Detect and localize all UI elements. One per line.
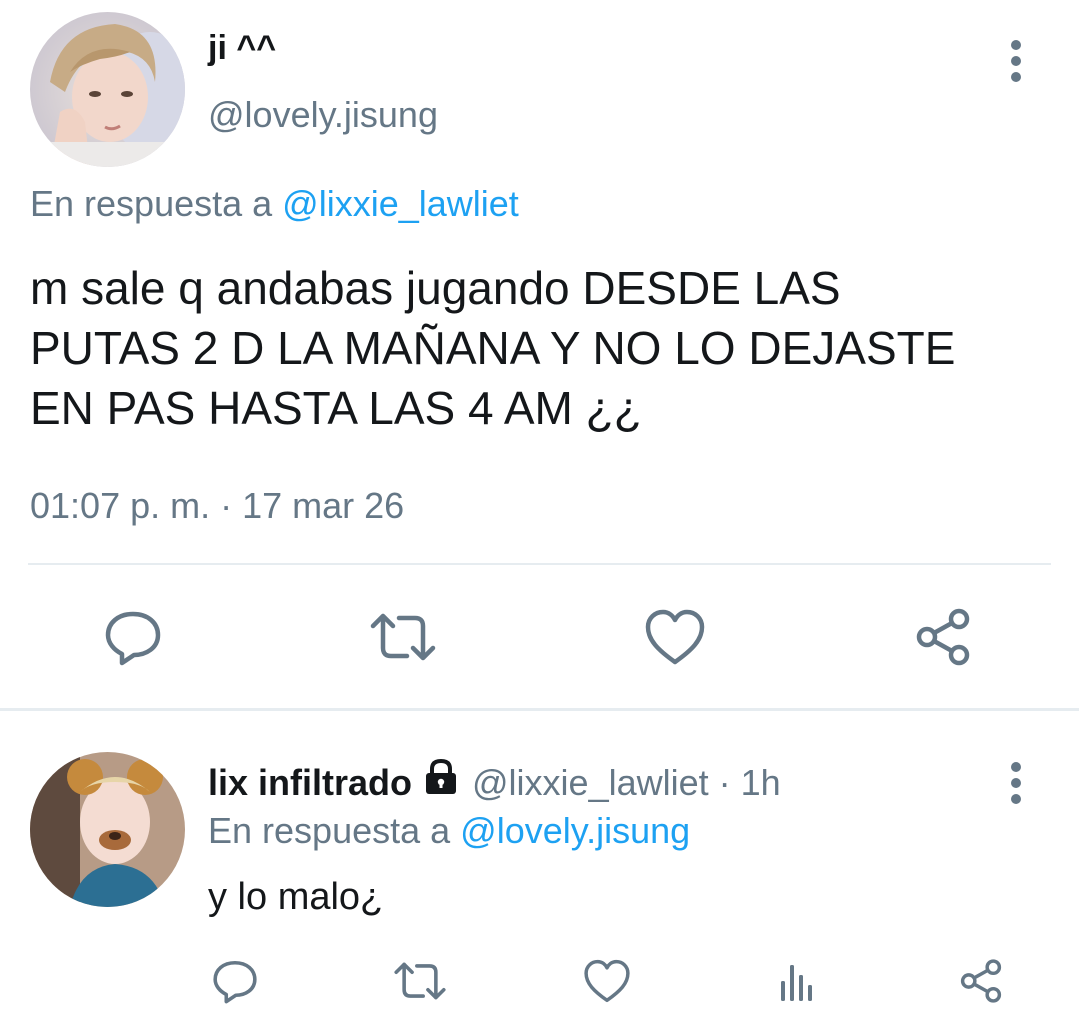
tweet-text: m sale q andabas jugando DESDE LAS PUTAS… (30, 258, 955, 438)
reply-reply-button[interactable] (210, 956, 260, 1006)
share-icon (960, 959, 1002, 1003)
reply-context: En respuesta a @lixxie_lawliet (30, 182, 519, 226)
more-options-icon[interactable] (1006, 40, 1026, 84)
display-name[interactable]: ji ^^ (208, 28, 276, 68)
analytics-icon (781, 965, 812, 1001)
reply-retweet-button[interactable] (392, 956, 448, 1006)
reply-time: · 1h (718, 761, 781, 803)
heart-icon (584, 959, 630, 1003)
tweet-timestamp[interactable]: 01:07 p. m. · 17 mar 26 (30, 484, 404, 528)
reply-prefix: En respuesta a (208, 810, 451, 851)
reply-avatar[interactable] (30, 752, 185, 907)
retweet-icon (370, 613, 436, 661)
reply-display-name[interactable]: lix infiltrado (208, 760, 412, 806)
share-button[interactable] (910, 604, 976, 670)
reply-prefix: En respuesta a (30, 183, 273, 224)
reply-text: y lo malo¿ (208, 876, 384, 918)
reply-to-link[interactable]: @lixxie_lawliet (282, 183, 519, 224)
share-icon (916, 608, 970, 666)
reply-button[interactable] (100, 604, 166, 670)
reply-handle[interactable]: @lixxie_lawliet (472, 760, 709, 806)
tweet-text-line: EN PAS HASTA LAS 4 AM ¿¿ (30, 382, 642, 434)
like-button[interactable] (642, 604, 708, 670)
reply-analytics-button[interactable] (772, 956, 822, 1006)
reply-more-options-icon[interactable] (1006, 762, 1026, 806)
reply-context: En respuesta a @lovely.jisung (208, 808, 690, 854)
divider (0, 708, 1079, 711)
divider (28, 563, 1051, 565)
tweet-text-line: PUTAS 2 D LA MAÑANA Y NO LO DEJASTE (30, 322, 956, 374)
reply-to-link[interactable]: @lovely.jisung (460, 810, 690, 851)
reply-icon (105, 611, 161, 666)
reply-share-button[interactable] (956, 956, 1006, 1006)
heart-icon (645, 609, 705, 665)
lock-icon (422, 758, 460, 807)
retweet-icon (394, 962, 446, 1000)
retweet-button[interactable] (368, 604, 438, 670)
reply-icon (213, 960, 257, 1004)
avatar[interactable] (30, 12, 185, 167)
tweet-text-line: m sale q andabas jugando DESDE LAS (30, 262, 841, 314)
reply-like-button[interactable] (582, 956, 632, 1006)
reply-header: lix infiltrado @lixxie_lawliet · 1h (208, 758, 781, 807)
user-handle[interactable]: @lovely.jisung (208, 94, 438, 136)
